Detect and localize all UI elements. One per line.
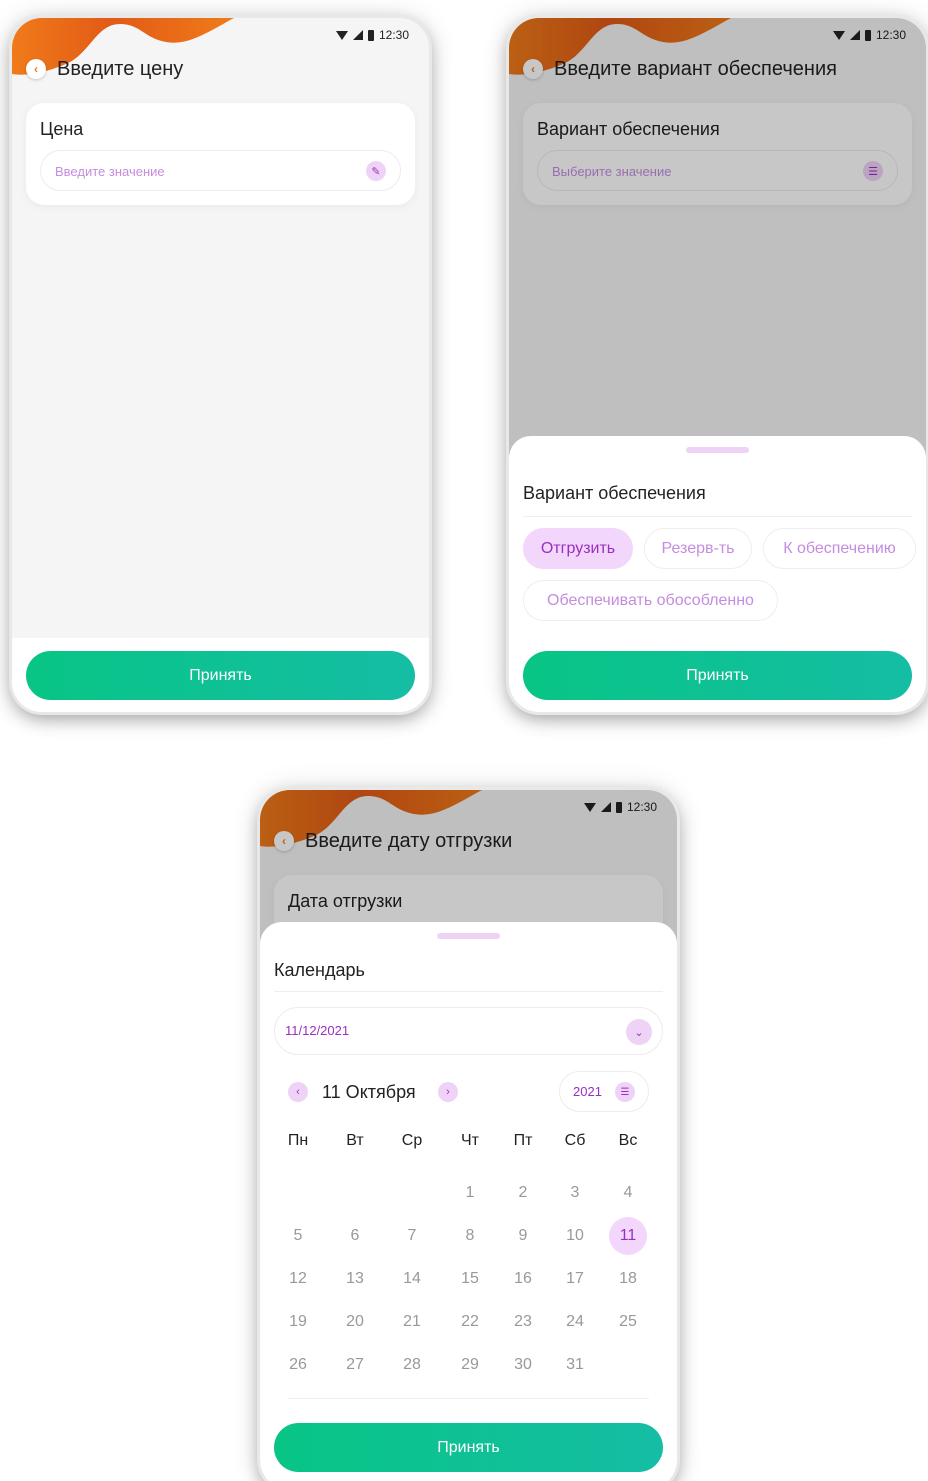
year-value: 2021 <box>573 1084 602 1099</box>
chevron-right-icon: › <box>446 1086 450 1098</box>
chevron-down-icon[interactable]: ⌄ <box>626 1019 652 1045</box>
sheet-handle[interactable] <box>686 447 749 453</box>
wifi-icon <box>335 30 348 40</box>
signal-icon <box>352 30 363 40</box>
chip-k-obespecheniyu[interactable]: К обеспечению <box>763 528 916 569</box>
accept-button[interactable]: Принять <box>523 651 912 700</box>
price-input[interactable]: Введите значение ✎ <box>40 150 401 191</box>
calendar-day[interactable]: 9 <box>504 1217 542 1255</box>
chevron-left-icon: ‹ <box>34 62 38 76</box>
date-value: 11/12/2021 <box>285 1023 350 1038</box>
sheet-title: Вариант обеспечения <box>523 483 706 503</box>
calendar-day[interactable]: 27 <box>336 1346 374 1384</box>
weekday-label: Вс <box>618 1132 638 1149</box>
calendar-day[interactable]: 5 <box>279 1217 317 1255</box>
year-select[interactable]: 2021 ☰ <box>559 1071 649 1112</box>
calendar-day[interactable]: 26 <box>279 1346 317 1384</box>
calendar-day[interactable]: 3 <box>556 1174 594 1212</box>
next-month-button[interactable]: › <box>438 1082 458 1102</box>
price-card: Цена Введите значение ✎ <box>26 103 415 205</box>
calendar-day[interactable]: 12 <box>279 1260 317 1298</box>
calendar-day[interactable]: 14 <box>393 1260 431 1298</box>
calendar-day[interactable]: 7 <box>393 1217 431 1255</box>
prev-month-button[interactable]: ‹ <box>288 1082 308 1102</box>
pencil-icon[interactable]: ✎ <box>366 161 386 181</box>
chip-rezerv[interactable]: Резерв-ть <box>644 528 752 569</box>
calendar-day[interactable]: 17 <box>556 1260 594 1298</box>
calendar-day[interactable]: 25 <box>609 1303 647 1341</box>
input-placeholder: Введите значение <box>55 164 165 179</box>
calendar-day[interactable]: 4 <box>609 1174 647 1212</box>
battery-icon <box>367 29 374 41</box>
status-time: 12:30 <box>378 28 409 42</box>
calendar-day[interactable]: 8 <box>451 1217 489 1255</box>
weekday-label: Чт <box>461 1132 479 1149</box>
sheet-handle[interactable] <box>437 933 500 939</box>
date-input[interactable]: 11/12/2021 ⌄ <box>274 1007 663 1055</box>
weekday-label: Пт <box>513 1132 533 1149</box>
weekday-label: Ср <box>401 1132 423 1149</box>
phone-screen-price: 12:30 ‹ Введите цену Цена Введите значен… <box>12 18 429 712</box>
calendar-day[interactable]: 21 <box>393 1303 431 1341</box>
calendar-day[interactable]: 22 <box>451 1303 489 1341</box>
weekday-label: Вт <box>346 1132 364 1149</box>
calendar-day[interactable]: 19 <box>279 1303 317 1341</box>
page-title: Введите цену <box>57 58 184 80</box>
divider <box>274 991 663 992</box>
chip-otgruzit[interactable]: Отгрузить <box>523 528 633 569</box>
calendar-day[interactable]: 20 <box>336 1303 374 1341</box>
card-label: Цена <box>40 119 84 139</box>
calendar-day[interactable]: 1 <box>451 1174 489 1212</box>
weekday-label: Пн <box>287 1132 309 1149</box>
calendar-day[interactable]: 18 <box>609 1260 647 1298</box>
phone-screen-provision: 12:30 ‹ Введите вариант обеспечения Вари… <box>509 18 926 712</box>
calendar-sheet: Календарь 11/12/2021 ⌄ ‹ 11 Октября › 20… <box>260 922 677 1481</box>
calendar-day[interactable]: 13 <box>336 1260 374 1298</box>
calendar-day[interactable]: 10 <box>556 1217 594 1255</box>
calendar-day[interactable]: 30 <box>504 1346 542 1384</box>
sheet-title: Календарь <box>274 960 365 980</box>
phone-screen-date: 12:30 ‹ Введите дату отгрузки Дата отгру… <box>260 790 677 1481</box>
calendar-day-selected[interactable]: 11 <box>609 1217 647 1255</box>
divider <box>523 516 912 517</box>
accept-button[interactable]: Принять <box>26 651 415 700</box>
calendar-day[interactable]: 24 <box>556 1303 594 1341</box>
chip-obosoblenno[interactable]: Обеспечивать обособленно <box>523 580 778 621</box>
month-label: 11 Октября <box>322 1082 416 1102</box>
divider <box>288 1398 649 1399</box>
calendar-day[interactable]: 15 <box>451 1260 489 1298</box>
weekday-label: Сб <box>564 1132 586 1149</box>
calendar-day[interactable]: 2 <box>504 1174 542 1212</box>
chevron-left-icon: ‹ <box>296 1086 300 1098</box>
back-button[interactable]: ‹ <box>26 59 46 79</box>
status-bar: 12:30 <box>335 28 409 42</box>
calendar-day[interactable]: 16 <box>504 1260 542 1298</box>
calendar-day[interactable]: 6 <box>336 1217 374 1255</box>
calendar-day[interactable]: 29 <box>451 1346 489 1384</box>
accept-button[interactable]: Принять <box>274 1423 663 1472</box>
list-icon[interactable]: ☰ <box>615 1082 635 1102</box>
calendar-day[interactable]: 28 <box>393 1346 431 1384</box>
calendar-day[interactable]: 31 <box>556 1346 594 1384</box>
calendar-day[interactable]: 23 <box>504 1303 542 1341</box>
